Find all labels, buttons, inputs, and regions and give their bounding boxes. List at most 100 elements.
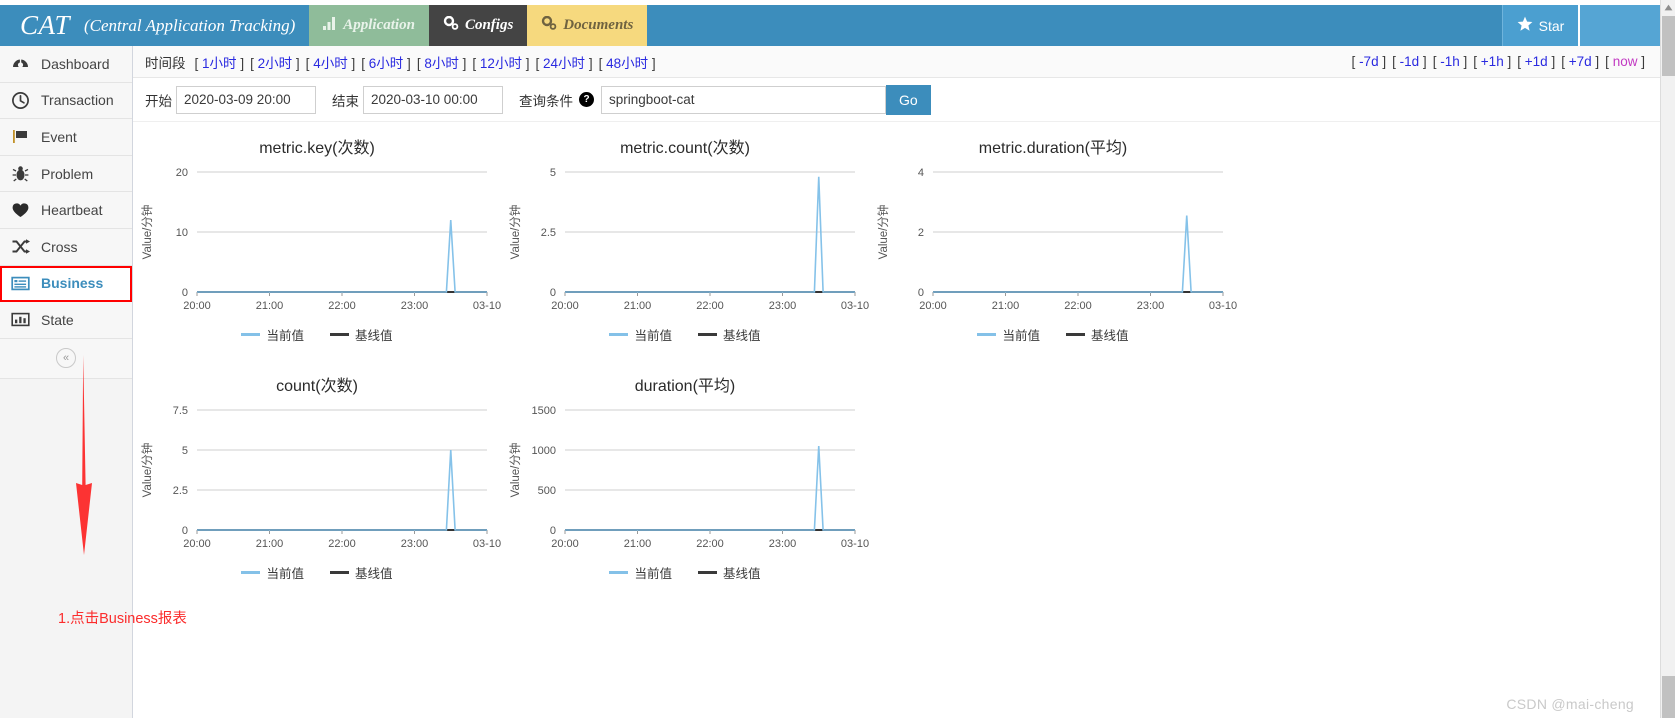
range-12h[interactable]: [ 12小时 ] <box>472 52 529 72</box>
shortcut-minus-1d[interactable]: [ -1d ] <box>1392 54 1427 69</box>
range-48h[interactable]: [ 48小时 ] <box>599 52 656 72</box>
sidebar-item-label: Problem <box>41 165 94 182</box>
sidebar-item-heartbeat[interactable]: Heartbeat <box>0 192 132 229</box>
legend-baseline-swatch <box>330 571 349 574</box>
legend-baseline-swatch <box>698 571 717 574</box>
svg-text:20:00: 20:00 <box>551 538 579 550</box>
legend-current: 当前值 <box>609 563 672 582</box>
svg-text:10: 10 <box>176 227 188 239</box>
chart-title: duration(平均) <box>634 378 736 395</box>
legend-current-label: 当前值 <box>266 329 304 343</box>
svg-text:03-10: 03-10 <box>841 300 869 312</box>
legend-current-label: 当前值 <box>266 567 304 581</box>
range-24h[interactable]: [ 24小时 ] <box>535 52 592 72</box>
flag-icon <box>11 127 30 146</box>
svg-text:21:00: 21:00 <box>256 300 284 312</box>
svg-text:23:00: 23:00 <box>769 538 797 550</box>
top-navbar: CAT (Central Application Tracking) Appli… <box>0 5 1660 46</box>
svg-text:Value/分钟: Value/分钟 <box>508 443 522 498</box>
shortcut-plus-1h[interactable]: [ +1h ] <box>1473 54 1511 69</box>
end-time-input[interactable] <box>363 85 503 114</box>
sidebar-item-event[interactable]: Event <box>0 119 132 156</box>
chart-legend: 当前值 基线值 <box>133 563 501 582</box>
legend-baseline-swatch <box>330 333 349 336</box>
legend-current-swatch <box>609 571 629 574</box>
bug-icon <box>11 164 30 183</box>
nav-application-label: Application <box>343 17 415 33</box>
svg-text:7.5: 7.5 <box>173 405 188 417</box>
star-button[interactable]: Star <box>1502 5 1580 46</box>
sidebar-item-label: Event <box>41 128 77 145</box>
svg-text:5: 5 <box>550 167 556 179</box>
chart-title: metric.count(次数) <box>620 140 750 157</box>
star-icon <box>1517 16 1533 35</box>
legend-current: 当前值 <box>977 325 1040 344</box>
svg-text:22:00: 22:00 <box>328 538 356 550</box>
sidebar-item-cross[interactable]: Cross <box>0 228 132 266</box>
double-chevron-left-icon[interactable]: « <box>56 348 76 369</box>
chart-title: count(次数) <box>276 378 358 395</box>
chart-canvas: 0 2 4 Value/分钟 20:00 21:00 22:00 23:00 03-10 <box>869 158 1237 323</box>
chart-count: count(次数) 0 2.5 5 7.5 Value/分钟 20:00 21:00 22:0… <box>133 364 501 602</box>
nav-documents[interactable]: Documents <box>527 5 648 46</box>
start-time-input[interactable] <box>176 85 316 114</box>
range-6h[interactable]: [ 6小时 ] <box>361 52 411 72</box>
chart-empty-slot <box>869 364 1237 602</box>
go-button[interactable]: Go <box>886 84 931 115</box>
legend-baseline: 基线值 <box>330 563 393 582</box>
svg-text:21:00: 21:00 <box>992 300 1020 312</box>
chart-title: metric.duration(平均) <box>978 140 1128 157</box>
legend-current-label: 当前值 <box>1002 329 1040 343</box>
range-8h[interactable]: [ 8小时 ] <box>417 52 467 72</box>
nav-configs[interactable]: Configs <box>428 5 528 46</box>
svg-text:03-10: 03-10 <box>473 300 501 312</box>
range-1h[interactable]: [ 1小时 ] <box>195 52 245 72</box>
chart-canvas: 0 10 20 Value/分钟 20:00 21:00 22:00 23:00 03-10 <box>133 158 501 323</box>
scrollbar-thumb-bottom[interactable] <box>1662 676 1675 718</box>
svg-text:22:00: 22:00 <box>696 538 724 550</box>
sidebar-item-state[interactable]: State <box>0 302 132 339</box>
watermark: CSDN @mai-cheng <box>1506 696 1634 712</box>
sidebar-item-label: Cross <box>41 238 78 255</box>
scrollbar-thumb[interactable] <box>1662 16 1675 76</box>
chart-legend: 当前值 基线值 <box>501 325 869 344</box>
legend-baseline-swatch <box>698 333 717 336</box>
shortcut-now[interactable]: [ now ] <box>1605 54 1645 69</box>
sidebar-item-transaction[interactable]: Transaction <box>0 82 132 120</box>
sidebar-item-label: Business <box>41 275 104 292</box>
svg-text:22:00: 22:00 <box>696 300 724 312</box>
chart-title: metric.key(次数) <box>259 140 375 157</box>
svg-text:0: 0 <box>182 287 188 299</box>
shortcut-plus-7d[interactable]: [ +7d ] <box>1561 54 1599 69</box>
legend-current: 当前值 <box>241 325 304 344</box>
question-mark-icon[interactable]: ? <box>579 92 594 107</box>
svg-text:23:00: 23:00 <box>1137 300 1165 312</box>
sidebar-item-problem[interactable]: Problem <box>0 155 132 193</box>
shortcut-minus-1h[interactable]: [ -1h ] <box>1433 54 1468 69</box>
sidebar-item-business[interactable]: Business <box>0 265 132 303</box>
svg-text:4: 4 <box>918 167 924 179</box>
brand: CAT (Central Application Tracking) <box>0 5 295 46</box>
legend-baseline-label: 基线值 <box>1091 329 1129 343</box>
svg-text:5: 5 <box>182 445 188 457</box>
shortcut-minus-7d[interactable]: [ -7d ] <box>1352 54 1387 69</box>
svg-text:Value/分钟: Value/分钟 <box>140 205 154 260</box>
scroll-up-arrow-icon[interactable] <box>1661 0 1675 15</box>
query-input[interactable] <box>601 85 886 114</box>
chart-duration: duration(平均) 0 500 1000 1500 Value/分钟 20:00 21… <box>501 364 869 602</box>
query-label: 查询条件 <box>519 93 573 109</box>
shortcut-plus-1d[interactable]: [ +1d ] <box>1517 54 1555 69</box>
range-4h[interactable]: [ 4小时 ] <box>306 52 356 72</box>
svg-text:2: 2 <box>918 227 924 239</box>
legend-baseline-swatch <box>1066 333 1085 336</box>
svg-text:500: 500 <box>538 485 556 497</box>
legend-baseline: 基线值 <box>698 325 761 344</box>
page-scrollbar[interactable] <box>1660 0 1675 718</box>
range-2h[interactable]: [ 2小时 ] <box>250 52 300 72</box>
svg-text:03-10: 03-10 <box>473 538 501 550</box>
sidebar-item-dashboard[interactable]: Dashboard <box>0 46 132 83</box>
nav-application[interactable]: Application <box>309 5 429 46</box>
list-icon <box>11 274 30 293</box>
svg-text:2.5: 2.5 <box>541 227 556 239</box>
svg-text:1000: 1000 <box>532 445 556 457</box>
